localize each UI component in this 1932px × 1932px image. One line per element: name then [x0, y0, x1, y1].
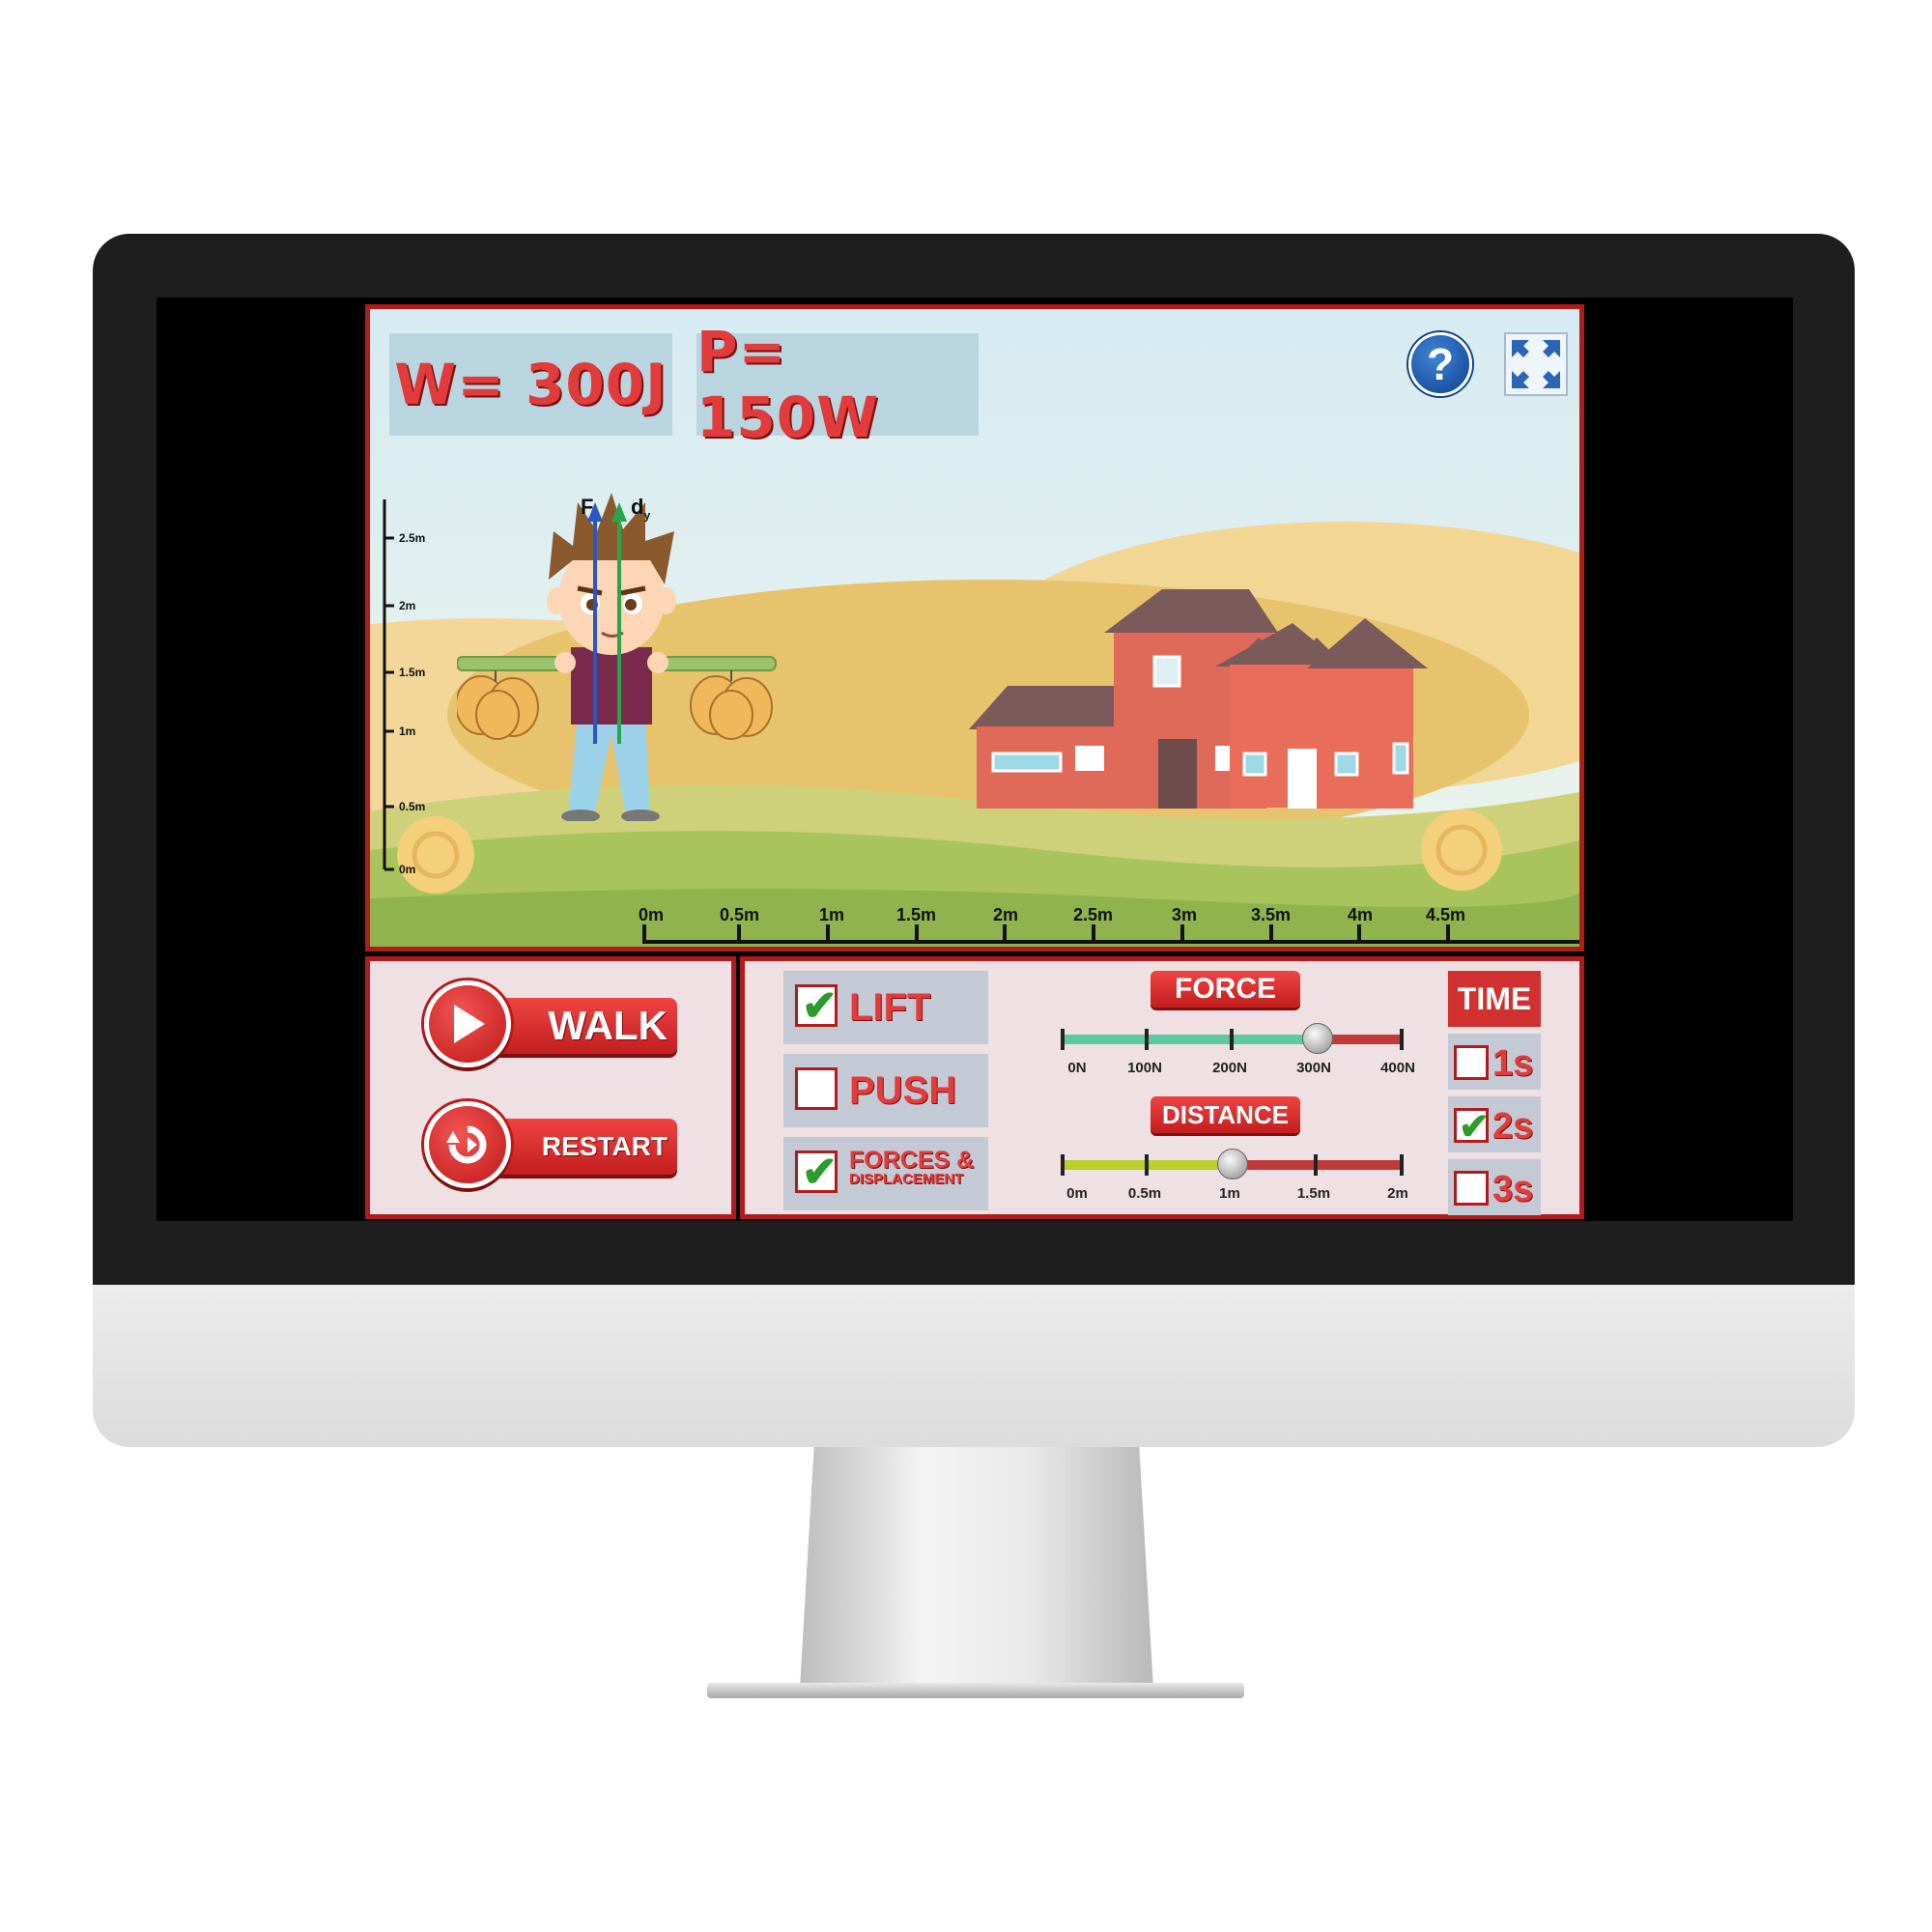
distance-tick-label: 1m: [1219, 1185, 1240, 1202]
push-label: PUSH: [849, 1069, 957, 1112]
distance-slider-handle[interactable]: [1216, 1149, 1248, 1179]
simulation-app: F dy 2.5m 2m 1.5m 1m 0.5m 0m 0m 0.5m 1m …: [365, 304, 1584, 1219]
distance-tick-label: 2m: [1387, 1185, 1408, 1202]
force-tick-label: 300N: [1296, 1060, 1331, 1076]
monitor-stand: [800, 1447, 1153, 1689]
time-option-label: 1s: [1492, 1043, 1534, 1084]
checkbox-box: ✔: [1454, 1107, 1490, 1148]
distance-tick-label: 2m: [993, 905, 1019, 924]
monitor-base: [707, 1683, 1244, 1698]
checkbox-box: ✔: [795, 1149, 838, 1196]
force-tick-label: 200N: [1212, 1060, 1247, 1076]
distance-tick-label: 1m: [819, 905, 845, 924]
distance-tick-label: 0.5m: [720, 905, 760, 924]
distance-tick-label: 0.5m: [1127, 1185, 1162, 1202]
restart-button[interactable]: RESTART: [424, 1101, 680, 1188]
check-icon: ✔: [802, 982, 838, 1030]
lift-checkbox[interactable]: ✔ LIFT: [783, 971, 988, 1044]
distance-tick-label: 2.5m: [1073, 905, 1114, 924]
controls-panel: ✔ LIFT ✔ PUSH ✔ FORCES & DISPLACEMENT FO…: [740, 956, 1584, 1219]
distance-tick-label: 1.5m: [896, 905, 937, 924]
check-icon: ✔: [1459, 1107, 1490, 1148]
forces-displacement-checkbox[interactable]: ✔ FORCES & DISPLACEMENT: [783, 1137, 988, 1210]
time-option-label: 3s: [1492, 1169, 1534, 1209]
actions-panel: WALK RESTART: [365, 956, 736, 1219]
height-tick-label: 0.5m: [399, 800, 426, 813]
force-vector-label: F: [581, 495, 594, 519]
checkbox-box: ✔: [795, 1067, 838, 1110]
restart-icon: [424, 1101, 511, 1188]
check-icon: ✔: [802, 1149, 838, 1196]
distance-slider[interactable]: [1061, 1149, 1404, 1179]
forces-displacement-label: FORCES & DISPLACEMENT: [849, 1147, 975, 1187]
distance-tick-label: 4m: [1348, 905, 1374, 924]
distance-title: DISTANCE: [1151, 1096, 1300, 1133]
checkbox-box: ✔: [1454, 1171, 1489, 1206]
height-tick-label: 1.5m: [399, 666, 426, 679]
distance-tick-label: 4.5m: [1426, 905, 1466, 924]
farmer-character: [457, 493, 777, 821]
distance-tick-label: 3.5m: [1251, 905, 1292, 924]
force-slider-fill: [1061, 1035, 1319, 1044]
height-tick-label: 1m: [399, 724, 416, 738]
power-readout: P= 150W: [696, 319, 979, 450]
fullscreen-button[interactable]: [1504, 332, 1568, 396]
checkbox-box: ✔: [1454, 1045, 1489, 1080]
force-tick-label: 0N: [1067, 1060, 1087, 1076]
time-option-label: 2s: [1492, 1106, 1534, 1147]
time-option-2s[interactable]: ✔ 2s: [1448, 1096, 1541, 1152]
play-icon: [424, 980, 511, 1067]
force-slider-handle[interactable]: [1302, 1023, 1334, 1054]
height-tick-label: 0m: [399, 863, 416, 876]
height-tick-label: 2.5m: [399, 531, 426, 545]
time-option-3s[interactable]: ✔ 3s: [1448, 1159, 1541, 1215]
height-tick-label: 2m: [399, 599, 416, 612]
force-title: FORCE: [1151, 971, 1300, 1008]
distance-tick-label: 1.5m: [1296, 1185, 1331, 1202]
force-slider[interactable]: [1061, 1023, 1404, 1054]
work-readout: W= 300J: [389, 333, 672, 436]
distance-tick-label: 3m: [1172, 905, 1198, 924]
displacement-vector-label: dy: [631, 495, 651, 523]
push-checkbox[interactable]: ✔ PUSH: [783, 1054, 988, 1127]
walk-button[interactable]: WALK: [424, 980, 680, 1067]
fullscreen-icon: [1512, 340, 1560, 388]
force-tick-label: 400N: [1380, 1060, 1415, 1076]
help-button[interactable]: ?: [1408, 332, 1472, 396]
time-option-1s[interactable]: ✔ 1s: [1448, 1034, 1541, 1090]
time-title: TIME: [1448, 971, 1541, 1027]
force-tick-label: 100N: [1127, 1060, 1162, 1076]
lift-label: LIFT: [849, 986, 931, 1029]
distance-tick-label: 0m: [639, 905, 665, 924]
scene-view: F dy 2.5m 2m 1.5m 1m 0.5m 0m 0m 0.5m 1m …: [365, 304, 1584, 952]
distance-tick-label: 0m: [1066, 1185, 1088, 1202]
monitor-chin: [93, 1285, 1855, 1447]
checkbox-box: ✔: [795, 982, 838, 1030]
